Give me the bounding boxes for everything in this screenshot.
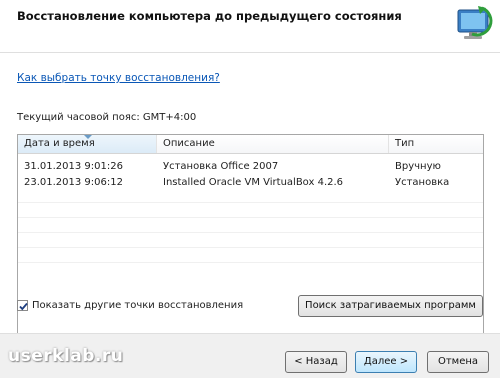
- row-description: Installed Oracle VM VirtualBox 4.2.6: [163, 176, 344, 188]
- table-row[interactable]: 23.01.2013 9:06:12 Installed Oracle VM V…: [18, 174, 483, 190]
- dialog-footer: userklab.ru < Назад Далее > Отмена: [0, 333, 500, 378]
- next-button[interactable]: Далее >: [355, 351, 417, 373]
- column-header-date[interactable]: Дата и время: [18, 135, 157, 153]
- column-header-date-label: Дата и время: [24, 138, 95, 149]
- watermark: userklab.ru: [8, 346, 124, 366]
- timezone-label: Текущий часовой пояс: GMT+4:00: [17, 112, 197, 123]
- row-type: Установка: [395, 176, 450, 188]
- table-row[interactable]: 31.01.2013 9:01:26 Установка Office 2007…: [18, 158, 483, 174]
- column-header-description-label: Описание: [163, 138, 215, 149]
- help-link[interactable]: Как выбрать точку восстановления?: [17, 72, 220, 84]
- show-more-checkbox-label: Показать другие точки восстановления: [32, 300, 244, 311]
- grid-divider: [18, 262, 483, 263]
- grid-divider: [18, 202, 483, 203]
- row-date: 31.01.2013 9:01:26: [24, 160, 123, 172]
- column-header-type[interactable]: Тип: [389, 135, 481, 153]
- row-description: Установка Office 2007: [163, 160, 279, 172]
- show-more-checkbox[interactable]: [17, 300, 28, 311]
- dialog-content: Как выбрать точку восстановления? Текущи…: [0, 53, 500, 347]
- dialog-title: Восстановление компьютера до предыдущего…: [17, 9, 402, 23]
- table-header: Дата и время Описание Тип: [18, 135, 483, 154]
- row-type: Вручную: [395, 160, 441, 172]
- checkmark-icon: [19, 302, 28, 311]
- grid-divider: [18, 247, 483, 248]
- system-restore-icon: [452, 4, 496, 44]
- column-header-description[interactable]: Описание: [157, 135, 389, 153]
- sort-arrow-icon: [84, 135, 92, 139]
- dialog-header: Восстановление компьютера до предыдущего…: [0, 0, 500, 53]
- scan-affected-programs-button[interactable]: Поиск затрагиваемых программ: [298, 295, 483, 317]
- show-more-checkbox-row[interactable]: Показать другие точки восстановления: [17, 300, 243, 311]
- row-date: 23.01.2013 9:06:12: [24, 176, 123, 188]
- back-button[interactable]: < Назад: [285, 351, 347, 373]
- column-header-type-label: Тип: [395, 138, 415, 149]
- grid-divider: [18, 232, 483, 233]
- cancel-button[interactable]: Отмена: [427, 351, 489, 373]
- grid-divider: [18, 217, 483, 218]
